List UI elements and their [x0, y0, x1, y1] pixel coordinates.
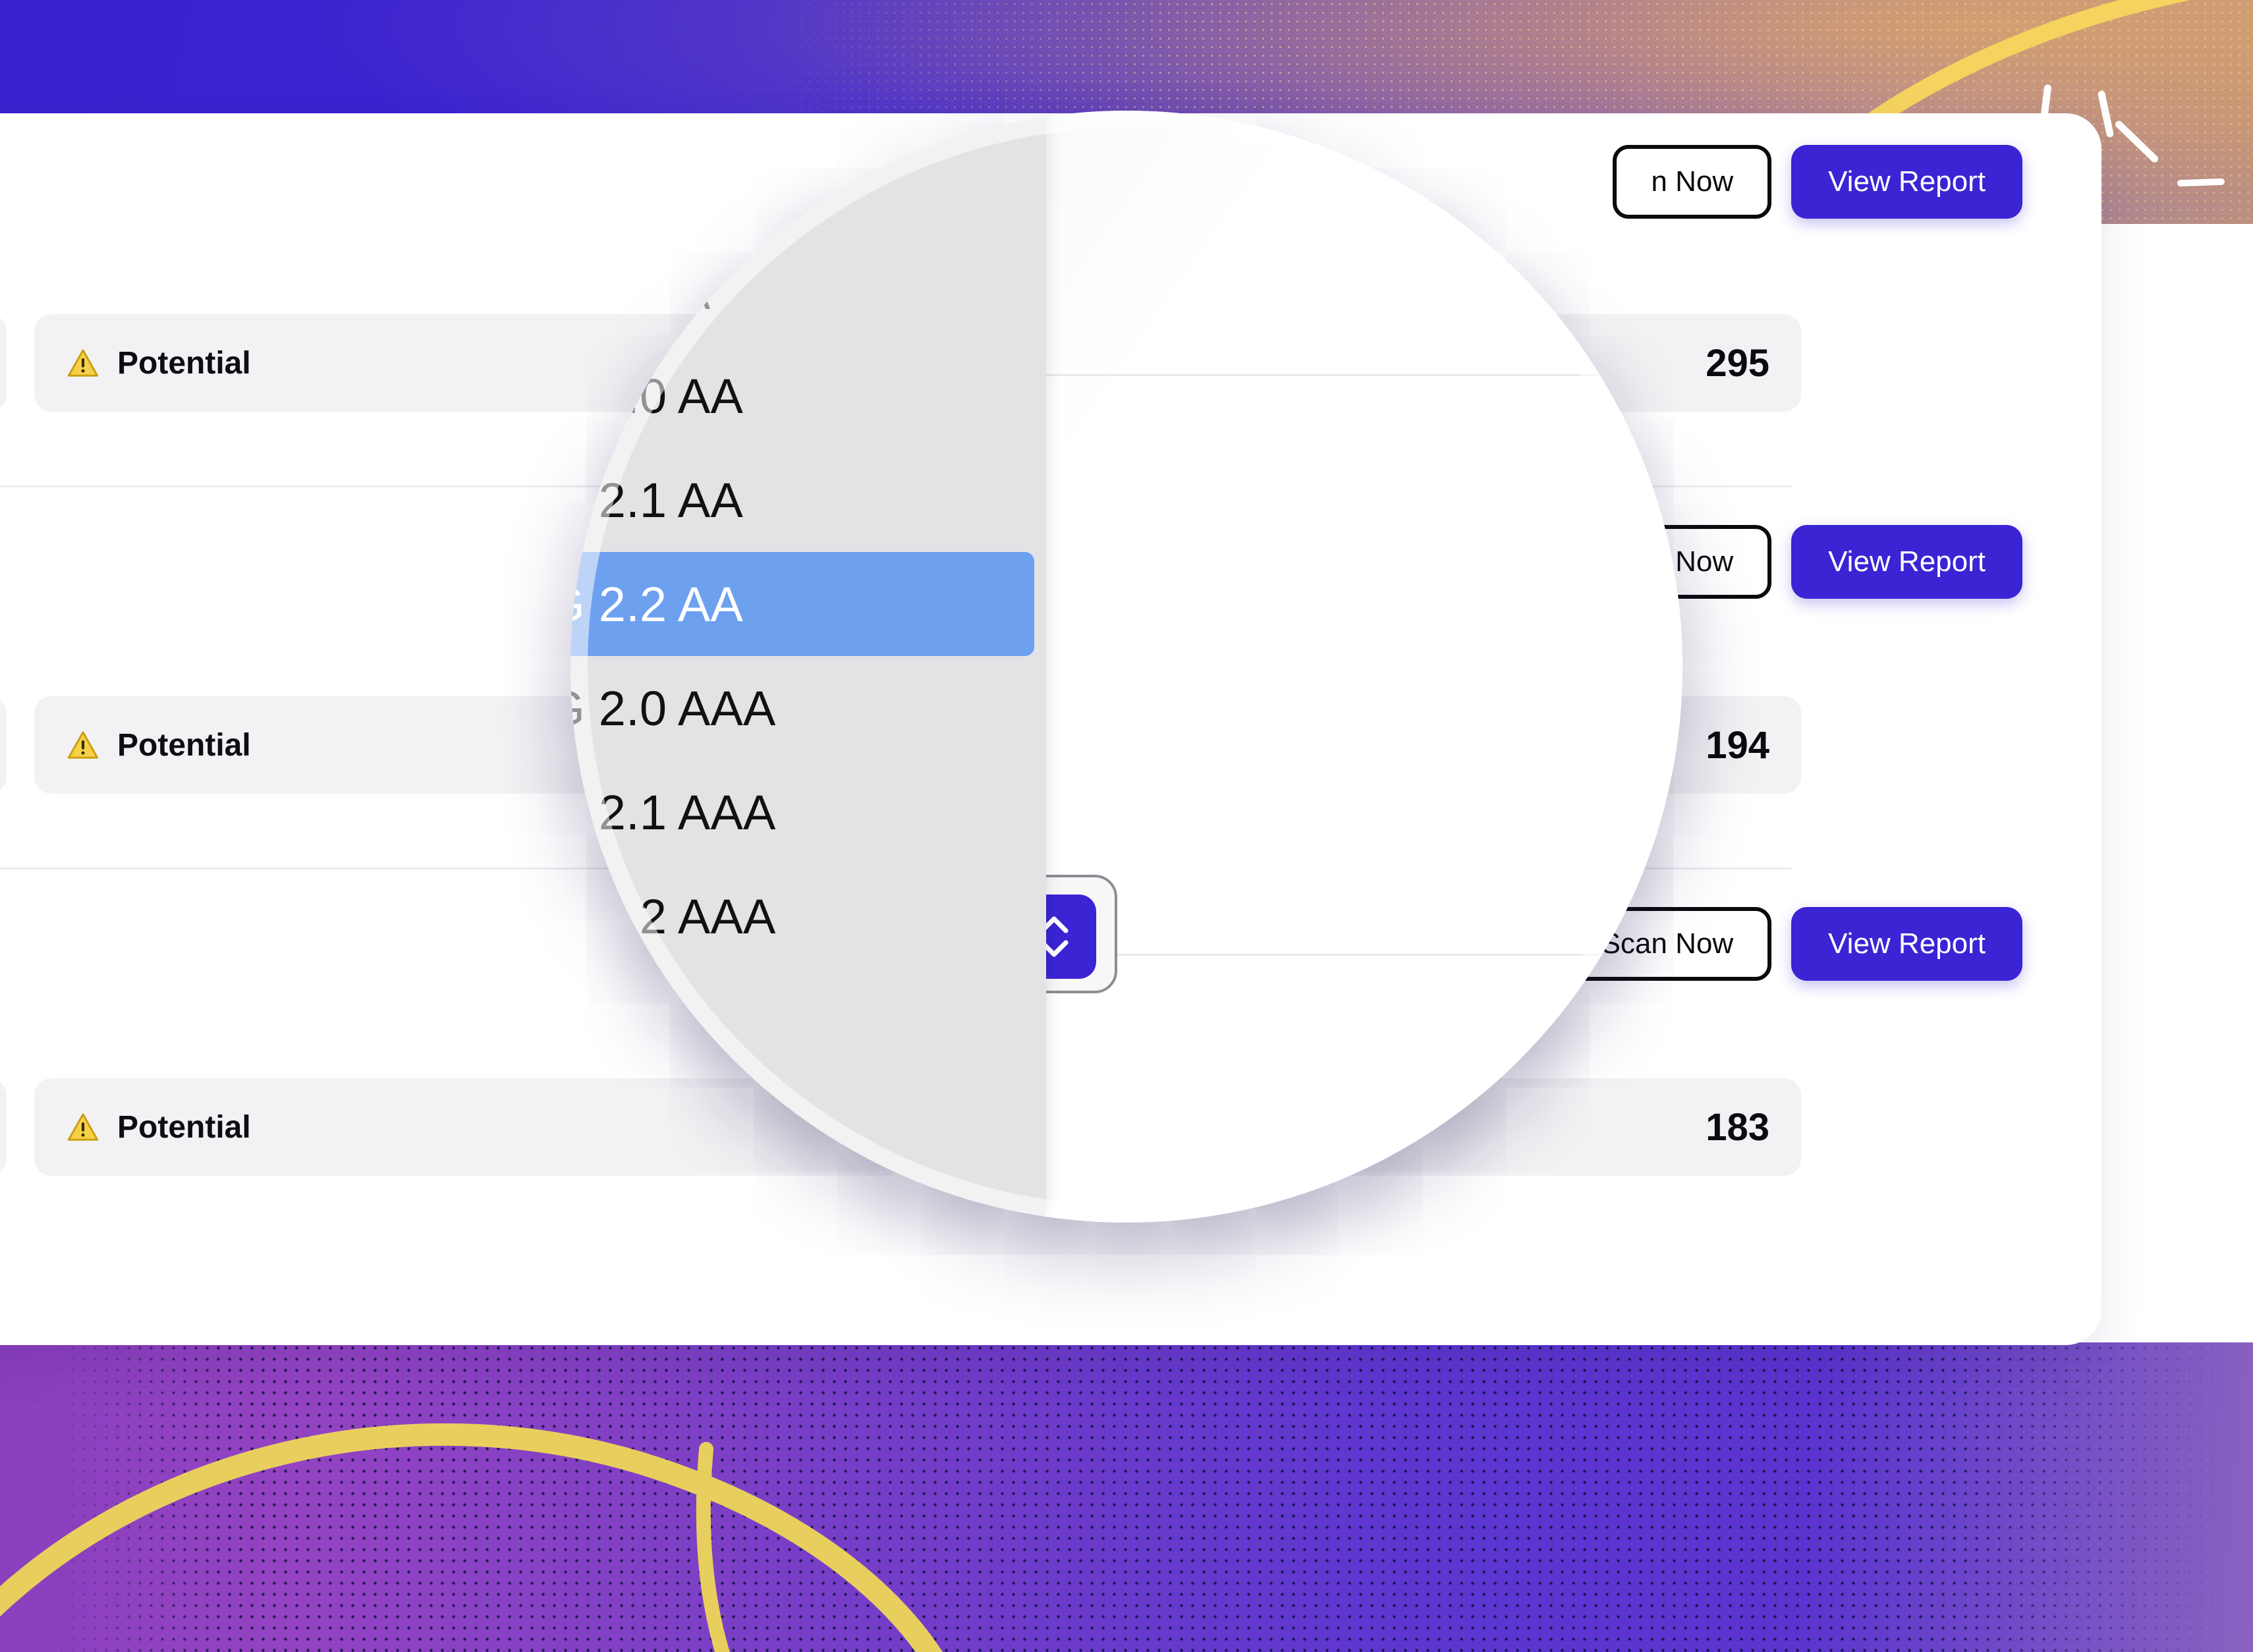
- stat-label: Potential: [117, 345, 251, 381]
- background-bottom-halftone: [0, 1342, 2253, 1652]
- dropdown-option[interactable]: WCAG 2.1 AAA: [570, 760, 1034, 864]
- stat-errors: 22: [0, 314, 7, 412]
- stat-label: Potential: [117, 1109, 251, 1145]
- dropdown-option[interactable]: WCAG 2.2 AAA: [570, 864, 1034, 968]
- dropdown-option[interactable]: WCAG 2.2 A: [570, 240, 1034, 344]
- dropdown-option[interactable]: WCAG 2.1 AA: [570, 448, 1034, 552]
- dropdown-option[interactable]: WCAG 2.0 A: [570, 111, 1034, 136]
- dropdown-option-label: WCAG 2.0 AAA: [570, 680, 776, 736]
- stat-label: Potential: [117, 727, 251, 763]
- dropdown-option-label: WCAG 2.1 AA: [570, 472, 744, 528]
- dropdown-option-label: WCAG 2.2 AAA: [570, 889, 776, 944]
- dropdown-option[interactable]: WCAG 2.1 A: [570, 136, 1034, 240]
- dropdown-option-label: WCAG 2.2 A: [570, 264, 711, 319]
- dropdown-option-label: WCAG 2.1 A: [570, 160, 711, 215]
- dropdown-option[interactable]: WCAG 2.0 AA: [570, 344, 1034, 448]
- stat-value: 194: [1706, 723, 1769, 767]
- stat-value: 295: [1706, 341, 1769, 385]
- stat-errors: 40: [0, 1078, 7, 1176]
- magnifier-content: WCAG 2.2 AA WCAG 2.0 A WCAG 2.1 A WCAG 2.2…: [570, 111, 1683, 1223]
- warning-triangle-icon: [67, 1113, 99, 1141]
- dropdown-option-label: WCAG 2.2 AA: [570, 576, 744, 632]
- view-report-button[interactable]: View Report: [1791, 907, 2022, 981]
- view-report-button[interactable]: View Report: [1791, 525, 2022, 599]
- stat-value: 183: [1706, 1105, 1769, 1149]
- wcag-standard-dropdown[interactable]: WCAG 2.0 A WCAG 2.1 A WCAG 2.2 A WCAG 2.0 A…: [570, 111, 1046, 1217]
- dropdown-option[interactable]: WCAG 2.0 AAA: [570, 656, 1034, 760]
- view-report-button[interactable]: View Report: [1791, 145, 2022, 219]
- dropdown-option-label: WCAG 2.0 A: [570, 111, 710, 112]
- magnifier-lens: WCAG 2.2 AA WCAG 2.0 A WCAG 2.1 A WCAG 2.2…: [570, 111, 1683, 1223]
- stat-errors: 37: [0, 696, 7, 794]
- warning-triangle-icon: [67, 731, 99, 759]
- dropdown-option[interactable]: ✓WCAG 2.2 AA: [570, 552, 1034, 656]
- dropdown-option-label: WCAG 2.1 AAA: [570, 785, 776, 840]
- mouse-cursor: [1677, 858, 1683, 1076]
- dropdown-option-list: WCAG 2.0 A WCAG 2.1 A WCAG 2.2 A WCAG 2.0 A…: [570, 111, 1046, 968]
- dropdown-option-label: WCAG 2.0 AA: [570, 368, 744, 424]
- warning-triangle-icon: [67, 349, 99, 377]
